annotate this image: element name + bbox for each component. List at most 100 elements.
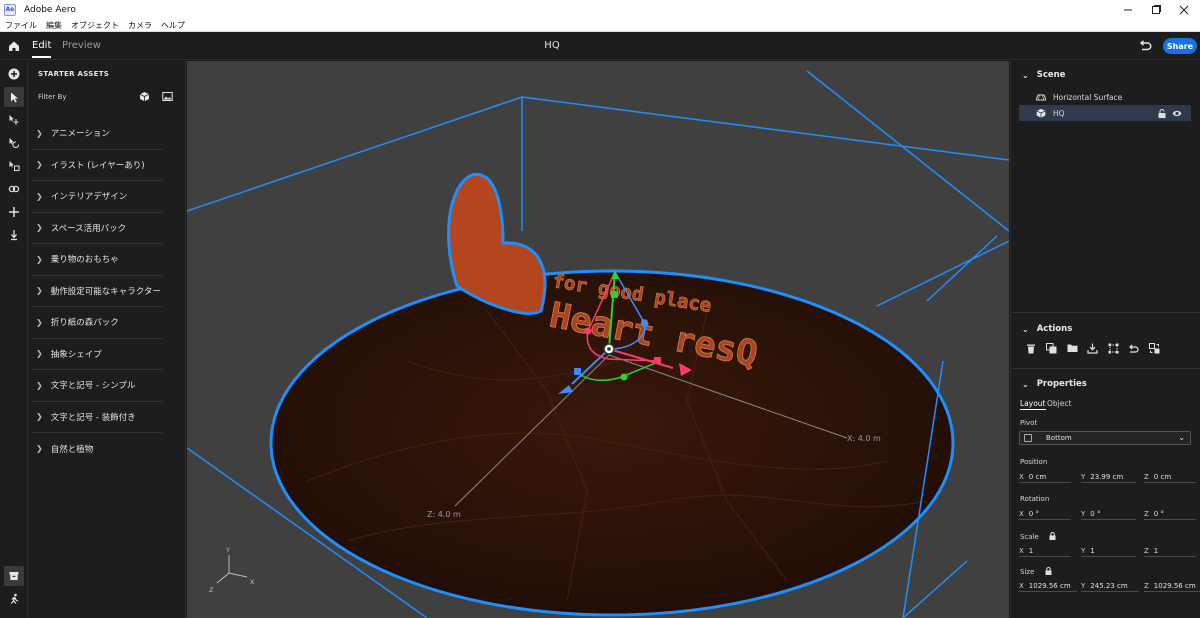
size-label: Size <box>1020 568 1035 576</box>
place-tool[interactable] <box>4 202 24 222</box>
scale-x-value: 1 <box>1028 546 1034 555</box>
size-z-field[interactable]: Z 1029.56 cm <box>1144 580 1200 592</box>
group-button[interactable] <box>1062 341 1082 355</box>
download-icon <box>1087 343 1098 354</box>
add-circle-icon <box>8 68 20 80</box>
select-tool[interactable] <box>4 87 24 107</box>
chevron-down-icon: ⌄ <box>1022 70 1029 80</box>
properties-title: Properties <box>1036 379 1087 389</box>
axis-y-label: Y <box>1081 472 1086 481</box>
rotation-x-value: 0 ° <box>1028 509 1039 518</box>
chevron-down-icon: ⌄ <box>1178 433 1185 442</box>
category-item[interactable]: ❯ インテリアデザイン <box>32 181 162 213</box>
tool-rail <box>0 61 28 618</box>
link-tool[interactable] <box>4 179 24 199</box>
scene-section-header[interactable]: ⌄ Scene <box>1022 70 1065 80</box>
unlock-icon[interactable] <box>1157 109 1167 118</box>
export-button[interactable] <box>1083 341 1103 355</box>
actions-section-header[interactable]: ⌄ Actions <box>1022 324 1072 334</box>
link-icon <box>8 185 20 193</box>
tab-object[interactable]: Object <box>1047 399 1071 408</box>
axis-y-label: Y <box>1081 581 1086 590</box>
scene-item-horizontal-surface[interactable]: Horizontal Surface <box>1019 89 1191 105</box>
move-tool[interactable] <box>4 110 24 130</box>
position-z-field[interactable]: Z 0 cm <box>1144 471 1196 483</box>
delete-button[interactable] <box>1021 341 1041 355</box>
scene-item-label: Horizontal Surface <box>1053 92 1123 102</box>
rotation-y-field[interactable]: Y 0 ° <box>1081 508 1136 520</box>
pivot-dropdown[interactable]: Bottom ⌄ <box>1019 431 1191 445</box>
arrow-down-icon <box>11 230 17 241</box>
menu-object[interactable]: オブジェクト <box>71 20 119 31</box>
category-item[interactable]: ❯ 折り紙の森パック <box>32 307 162 339</box>
rotation-z-field[interactable]: Z 0 ° <box>1144 508 1196 520</box>
category-label: 文字と記号 - 装飾付き <box>50 412 136 423</box>
category-label: 自然と植物 <box>50 444 94 455</box>
lock-icon[interactable] <box>1049 532 1056 540</box>
share-button[interactable]: Share <box>1163 38 1197 54</box>
scale-z-field[interactable]: Z1 <box>1144 545 1196 557</box>
undo-button[interactable] <box>1138 40 1152 52</box>
close-window-button[interactable] <box>1169 0 1199 19</box>
scale-x-field[interactable]: X1 <box>1019 545 1071 557</box>
menu-camera[interactable]: カメラ <box>128 20 152 31</box>
properties-section-header[interactable]: ⌄ Properties <box>1022 379 1087 389</box>
menu-help[interactable]: ヘルプ <box>161 20 185 31</box>
category-label: インテリアデザイン <box>50 192 128 203</box>
position-y-field[interactable]: Y 23.99 cm <box>1081 471 1136 483</box>
eye-icon[interactable] <box>1172 109 1182 118</box>
assets-panel-toggle[interactable] <box>4 566 24 586</box>
bounding-box-icon <box>1108 343 1118 353</box>
reset-button[interactable] <box>1124 341 1144 355</box>
filter-image-button[interactable] <box>162 91 173 102</box>
duplicate-button[interactable] <box>1042 341 1062 355</box>
replace-button[interactable] <box>1144 341 1164 355</box>
maximize-button[interactable] <box>1141 0 1171 19</box>
actions-toolbar <box>1021 341 1165 355</box>
behavior-button[interactable] <box>4 589 24 609</box>
category-item[interactable]: ❯ 文字と記号 - シンプル <box>32 370 162 402</box>
size-y-field[interactable]: Y 245.23 cm <box>1081 580 1139 592</box>
axis-x-label: X <box>1019 472 1024 481</box>
category-item[interactable]: ❯ イラスト (レイヤーあり) <box>32 150 162 181</box>
position-z-value: 0 cm <box>1153 472 1172 481</box>
minimize-button[interactable] <box>1113 0 1143 19</box>
category-item[interactable]: ❯ 文字と記号 - 装飾付き <box>32 402 162 433</box>
section-divider <box>1011 312 1200 313</box>
gizmo-y-label: Y <box>225 546 230 554</box>
category-item[interactable]: ❯ スペース活用パック <box>32 213 162 244</box>
lock-icon[interactable] <box>1045 567 1052 575</box>
drop-to-ground-tool[interactable] <box>4 225 24 245</box>
rotate-tool[interactable] <box>4 133 24 153</box>
chevron-right-icon: ❯ <box>36 380 43 390</box>
filter-3d-button[interactable] <box>139 91 150 102</box>
cube-icon <box>1036 108 1046 118</box>
category-item[interactable]: ❯ 動作設定可能なキャラクター <box>32 276 162 307</box>
chevron-right-icon: ❯ <box>36 191 43 201</box>
category-item[interactable]: ❯ 自然と植物 <box>32 433 162 465</box>
menu-file[interactable]: ファイル <box>5 20 37 31</box>
rotation-x-field[interactable]: X 0 ° <box>1019 508 1071 520</box>
tab-layout[interactable]: Layout <box>1020 399 1046 410</box>
axis-z-label: Z <box>1144 472 1149 481</box>
size-x-field[interactable]: X 1029.56 cm <box>1019 580 1077 592</box>
chevron-right-icon: ❯ <box>36 128 43 138</box>
menu-edit[interactable]: 編集 <box>46 20 62 31</box>
axis-z-label: Z <box>1144 581 1149 590</box>
fit-bounds-button[interactable] <box>1103 341 1123 355</box>
window-title-bar: Ae Adobe Aero <box>0 0 1200 19</box>
category-item[interactable]: ❯ アニメーション <box>32 118 162 150</box>
position-x-field[interactable]: X 0 cm <box>1019 471 1071 483</box>
undo-icon <box>1139 40 1152 51</box>
asset-category-list: ❯ アニメーション ❯ イラスト (レイヤーあり) ❯ インテリアデザイン ❯ スペース… <box>32 118 162 465</box>
scale-z-value: 1 <box>1153 546 1159 555</box>
scene-viewport[interactable]: X: 4.0 m Z: 4.0 m for good place Heart r… <box>187 61 1009 618</box>
category-item[interactable]: ❯ 抽象シェイプ <box>32 339 162 370</box>
maximize-icon <box>1152 4 1161 14</box>
scale-y-field[interactable]: Y1 <box>1081 545 1136 557</box>
minimize-icon <box>1124 9 1132 10</box>
scene-item-hq[interactable]: HQ <box>1019 105 1191 121</box>
category-item[interactable]: ❯ 乗り物のおもちゃ <box>32 244 162 276</box>
add-asset-button[interactable] <box>4 64 24 84</box>
scale-tool[interactable] <box>4 156 24 176</box>
